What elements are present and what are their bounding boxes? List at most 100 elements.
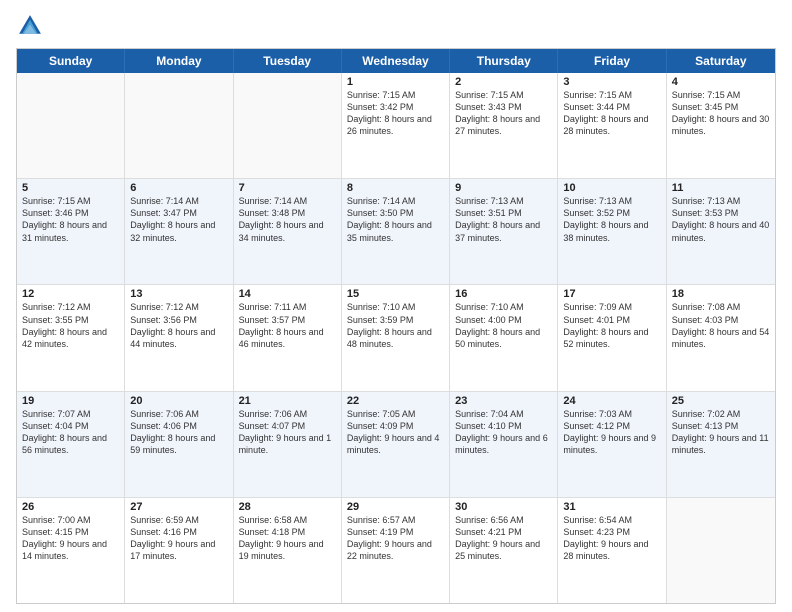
cal-cell-5-5: 30Sunrise: 6:56 AM Sunset: 4:21 PM Dayli… — [450, 498, 558, 603]
cal-cell-4-3: 21Sunrise: 7:06 AM Sunset: 4:07 PM Dayli… — [234, 392, 342, 497]
cal-cell-4-4: 22Sunrise: 7:05 AM Sunset: 4:09 PM Dayli… — [342, 392, 450, 497]
cal-cell-3-5: 16Sunrise: 7:10 AM Sunset: 4:00 PM Dayli… — [450, 285, 558, 390]
day-number: 27 — [130, 501, 227, 513]
cal-cell-1-2 — [125, 73, 233, 178]
cal-cell-2-6: 10Sunrise: 7:13 AM Sunset: 3:52 PM Dayli… — [558, 179, 666, 284]
day-number: 10 — [563, 182, 660, 194]
cal-cell-1-1 — [17, 73, 125, 178]
day-info: Sunrise: 7:13 AM Sunset: 3:53 PM Dayligh… — [672, 195, 770, 244]
day-number: 3 — [563, 76, 660, 88]
day-number: 13 — [130, 288, 227, 300]
day-number: 21 — [239, 395, 336, 407]
cal-cell-1-7: 4Sunrise: 7:15 AM Sunset: 3:45 PM Daylig… — [667, 73, 775, 178]
day-info: Sunrise: 7:15 AM Sunset: 3:44 PM Dayligh… — [563, 89, 660, 138]
cal-cell-3-7: 18Sunrise: 7:08 AM Sunset: 4:03 PM Dayli… — [667, 285, 775, 390]
cal-cell-2-2: 6Sunrise: 7:14 AM Sunset: 3:47 PM Daylig… — [125, 179, 233, 284]
cal-cell-5-7 — [667, 498, 775, 603]
cal-cell-3-3: 14Sunrise: 7:11 AM Sunset: 3:57 PM Dayli… — [234, 285, 342, 390]
day-info: Sunrise: 7:15 AM Sunset: 3:43 PM Dayligh… — [455, 89, 552, 138]
logo — [16, 12, 46, 40]
calendar-row-3: 12Sunrise: 7:12 AM Sunset: 3:55 PM Dayli… — [17, 284, 775, 390]
cal-cell-3-2: 13Sunrise: 7:12 AM Sunset: 3:56 PM Dayli… — [125, 285, 233, 390]
logo-icon — [16, 12, 44, 40]
day-info: Sunrise: 6:59 AM Sunset: 4:16 PM Dayligh… — [130, 514, 227, 563]
day-number: 15 — [347, 288, 444, 300]
day-number: 20 — [130, 395, 227, 407]
day-number: 12 — [22, 288, 119, 300]
day-info: Sunrise: 6:56 AM Sunset: 4:21 PM Dayligh… — [455, 514, 552, 563]
day-info: Sunrise: 7:00 AM Sunset: 4:15 PM Dayligh… — [22, 514, 119, 563]
cal-cell-5-1: 26Sunrise: 7:00 AM Sunset: 4:15 PM Dayli… — [17, 498, 125, 603]
day-number: 9 — [455, 182, 552, 194]
day-info: Sunrise: 7:04 AM Sunset: 4:10 PM Dayligh… — [455, 408, 552, 457]
header-day-monday: Monday — [125, 49, 233, 73]
day-info: Sunrise: 7:14 AM Sunset: 3:50 PM Dayligh… — [347, 195, 444, 244]
day-number: 2 — [455, 76, 552, 88]
day-number: 30 — [455, 501, 552, 513]
cal-cell-1-6: 3Sunrise: 7:15 AM Sunset: 3:44 PM Daylig… — [558, 73, 666, 178]
cal-cell-5-6: 31Sunrise: 6:54 AM Sunset: 4:23 PM Dayli… — [558, 498, 666, 603]
day-info: Sunrise: 7:05 AM Sunset: 4:09 PM Dayligh… — [347, 408, 444, 457]
day-info: Sunrise: 7:13 AM Sunset: 3:52 PM Dayligh… — [563, 195, 660, 244]
day-number: 7 — [239, 182, 336, 194]
day-number: 17 — [563, 288, 660, 300]
day-number: 5 — [22, 182, 119, 194]
cal-cell-2-5: 9Sunrise: 7:13 AM Sunset: 3:51 PM Daylig… — [450, 179, 558, 284]
day-number: 29 — [347, 501, 444, 513]
header-day-thursday: Thursday — [450, 49, 558, 73]
day-info: Sunrise: 7:07 AM Sunset: 4:04 PM Dayligh… — [22, 408, 119, 457]
day-info: Sunrise: 6:54 AM Sunset: 4:23 PM Dayligh… — [563, 514, 660, 563]
day-info: Sunrise: 7:03 AM Sunset: 4:12 PM Dayligh… — [563, 408, 660, 457]
day-info: Sunrise: 7:10 AM Sunset: 3:59 PM Dayligh… — [347, 301, 444, 350]
day-number: 8 — [347, 182, 444, 194]
header-day-saturday: Saturday — [667, 49, 775, 73]
calendar-row-5: 26Sunrise: 7:00 AM Sunset: 4:15 PM Dayli… — [17, 497, 775, 603]
header-day-sunday: Sunday — [17, 49, 125, 73]
day-number: 4 — [672, 76, 770, 88]
cal-cell-3-1: 12Sunrise: 7:12 AM Sunset: 3:55 PM Dayli… — [17, 285, 125, 390]
calendar-row-4: 19Sunrise: 7:07 AM Sunset: 4:04 PM Dayli… — [17, 391, 775, 497]
day-info: Sunrise: 6:57 AM Sunset: 4:19 PM Dayligh… — [347, 514, 444, 563]
day-info: Sunrise: 7:14 AM Sunset: 3:47 PM Dayligh… — [130, 195, 227, 244]
day-info: Sunrise: 6:58 AM Sunset: 4:18 PM Dayligh… — [239, 514, 336, 563]
cal-cell-4-7: 25Sunrise: 7:02 AM Sunset: 4:13 PM Dayli… — [667, 392, 775, 497]
day-info: Sunrise: 7:15 AM Sunset: 3:46 PM Dayligh… — [22, 195, 119, 244]
day-number: 23 — [455, 395, 552, 407]
day-number: 14 — [239, 288, 336, 300]
cal-cell-1-5: 2Sunrise: 7:15 AM Sunset: 3:43 PM Daylig… — [450, 73, 558, 178]
cal-cell-1-3 — [234, 73, 342, 178]
cal-cell-4-5: 23Sunrise: 7:04 AM Sunset: 4:10 PM Dayli… — [450, 392, 558, 497]
day-number: 28 — [239, 501, 336, 513]
day-info: Sunrise: 7:11 AM Sunset: 3:57 PM Dayligh… — [239, 301, 336, 350]
day-number: 26 — [22, 501, 119, 513]
day-number: 6 — [130, 182, 227, 194]
cal-cell-4-2: 20Sunrise: 7:06 AM Sunset: 4:06 PM Dayli… — [125, 392, 233, 497]
cal-cell-5-3: 28Sunrise: 6:58 AM Sunset: 4:18 PM Dayli… — [234, 498, 342, 603]
day-number: 31 — [563, 501, 660, 513]
day-number: 18 — [672, 288, 770, 300]
cal-cell-4-1: 19Sunrise: 7:07 AM Sunset: 4:04 PM Dayli… — [17, 392, 125, 497]
day-info: Sunrise: 7:10 AM Sunset: 4:00 PM Dayligh… — [455, 301, 552, 350]
page: SundayMondayTuesdayWednesdayThursdayFrid… — [0, 0, 792, 612]
day-info: Sunrise: 7:14 AM Sunset: 3:48 PM Dayligh… — [239, 195, 336, 244]
cal-cell-2-3: 7Sunrise: 7:14 AM Sunset: 3:48 PM Daylig… — [234, 179, 342, 284]
day-number: 22 — [347, 395, 444, 407]
day-info: Sunrise: 7:12 AM Sunset: 3:55 PM Dayligh… — [22, 301, 119, 350]
calendar: SundayMondayTuesdayWednesdayThursdayFrid… — [16, 48, 776, 604]
calendar-row-1: 1Sunrise: 7:15 AM Sunset: 3:42 PM Daylig… — [17, 73, 775, 178]
cal-cell-5-4: 29Sunrise: 6:57 AM Sunset: 4:19 PM Dayli… — [342, 498, 450, 603]
cal-cell-4-6: 24Sunrise: 7:03 AM Sunset: 4:12 PM Dayli… — [558, 392, 666, 497]
day-info: Sunrise: 7:02 AM Sunset: 4:13 PM Dayligh… — [672, 408, 770, 457]
day-info: Sunrise: 7:06 AM Sunset: 4:06 PM Dayligh… — [130, 408, 227, 457]
day-number: 19 — [22, 395, 119, 407]
calendar-body: 1Sunrise: 7:15 AM Sunset: 3:42 PM Daylig… — [17, 73, 775, 603]
cal-cell-2-4: 8Sunrise: 7:14 AM Sunset: 3:50 PM Daylig… — [342, 179, 450, 284]
day-info: Sunrise: 7:15 AM Sunset: 3:42 PM Dayligh… — [347, 89, 444, 138]
day-info: Sunrise: 7:09 AM Sunset: 4:01 PM Dayligh… — [563, 301, 660, 350]
header — [16, 12, 776, 40]
cal-cell-2-7: 11Sunrise: 7:13 AM Sunset: 3:53 PM Dayli… — [667, 179, 775, 284]
day-number: 16 — [455, 288, 552, 300]
cal-cell-3-4: 15Sunrise: 7:10 AM Sunset: 3:59 PM Dayli… — [342, 285, 450, 390]
day-info: Sunrise: 7:06 AM Sunset: 4:07 PM Dayligh… — [239, 408, 336, 457]
day-number: 1 — [347, 76, 444, 88]
